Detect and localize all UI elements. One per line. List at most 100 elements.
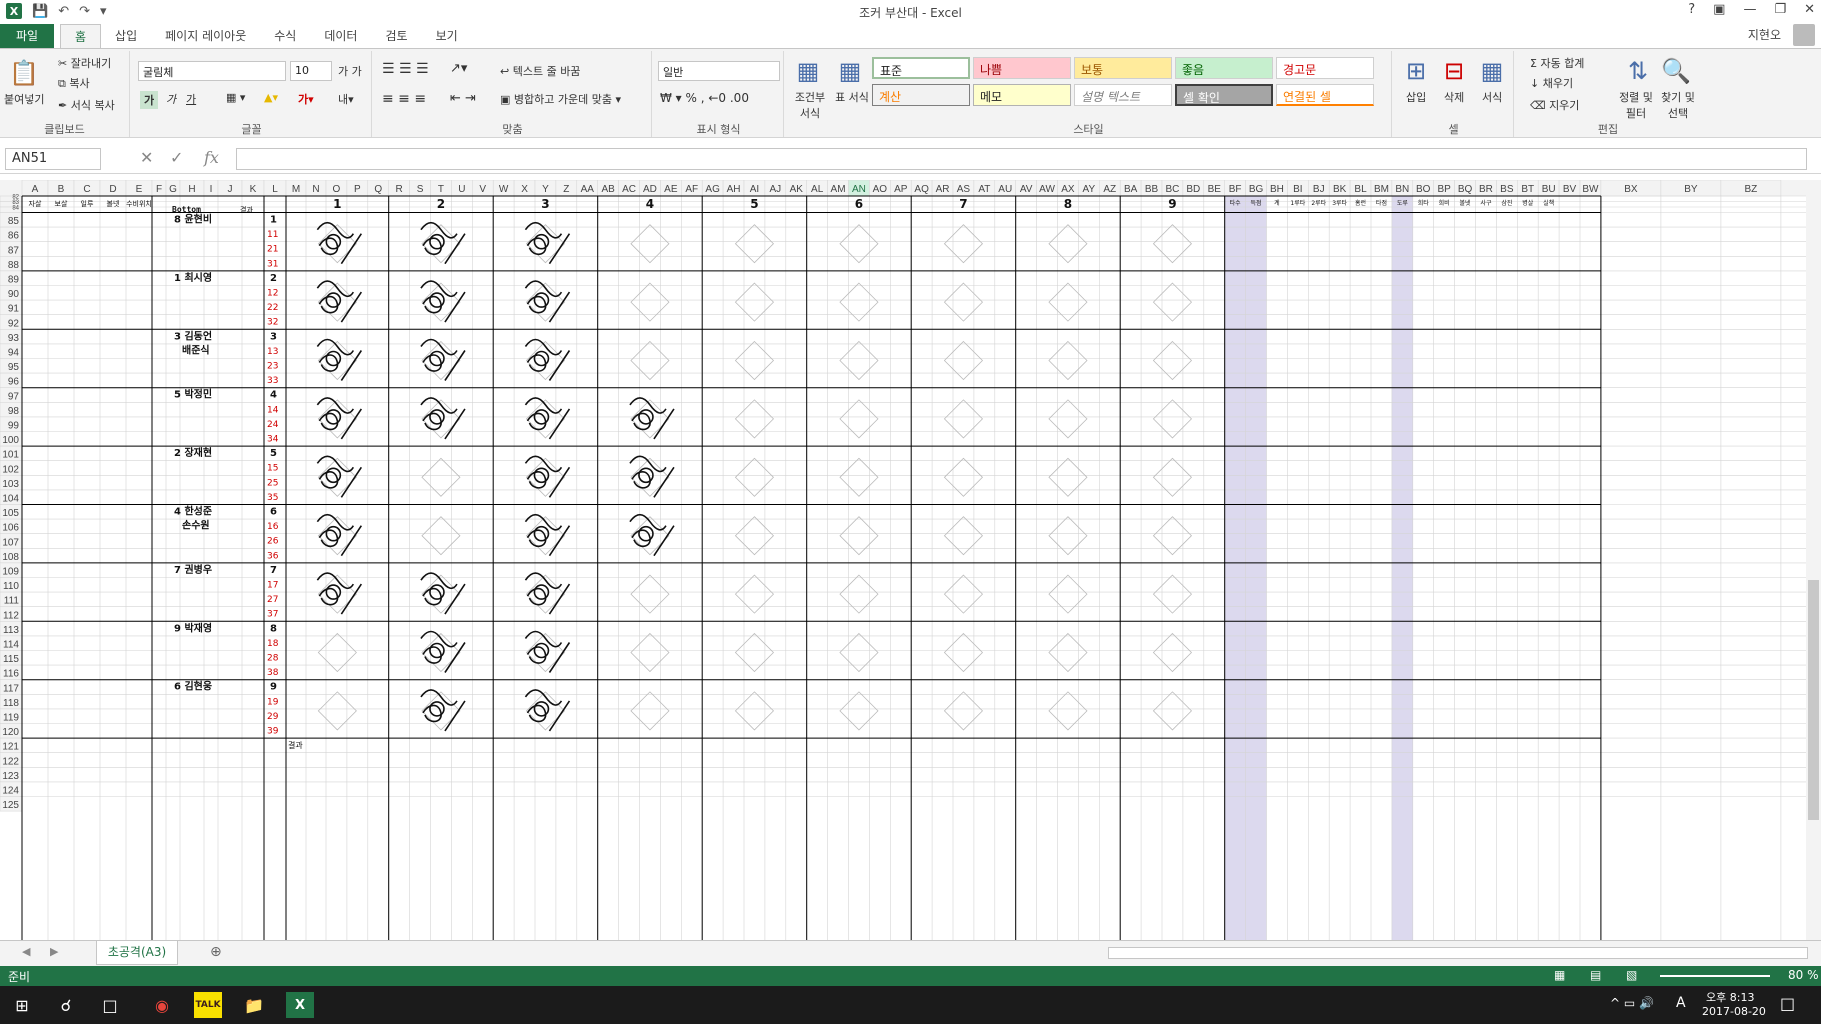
- notification-icon[interactable]: □: [1780, 994, 1795, 1013]
- sort-filter-icon[interactable]: ⇅: [1620, 53, 1656, 89]
- tab-file[interactable]: 파일: [0, 24, 54, 48]
- find-select-button[interactable]: 찾기 및 선택: [1656, 89, 1700, 121]
- tab-home[interactable]: 홈: [60, 24, 102, 48]
- tab-view[interactable]: 보기: [422, 24, 472, 48]
- close-button[interactable]: ✕: [1804, 2, 1815, 17]
- bold-button[interactable]: 가: [140, 91, 159, 109]
- paste-icon[interactable]: 📋: [6, 55, 42, 91]
- formula-input[interactable]: [236, 148, 1807, 170]
- brush-icon: ✒: [58, 99, 68, 112]
- tab-formulas[interactable]: 수식: [260, 24, 310, 48]
- italic-button[interactable]: 가: [166, 91, 176, 107]
- style-check-cell[interactable]: 셀 확인: [1175, 84, 1273, 106]
- cut-button[interactable]: ✂ 잘라내기: [58, 55, 111, 71]
- style-neutral[interactable]: 보통: [1074, 57, 1172, 79]
- style-good[interactable]: 좋음: [1175, 57, 1273, 79]
- autosum-button[interactable]: Σ 자동 합계: [1530, 55, 1584, 71]
- task-view-icon[interactable]: □: [96, 992, 124, 1018]
- phonetic-icon[interactable]: 내▾: [338, 91, 354, 107]
- font-color-icon[interactable]: 가▾: [298, 91, 314, 107]
- excel-taskbar-icon[interactable]: X: [286, 992, 314, 1018]
- chrome-icon[interactable]: ◉: [148, 992, 176, 1018]
- zoom-level[interactable]: 80 %: [1788, 968, 1819, 982]
- table-format-button[interactable]: 표 서식: [834, 89, 870, 105]
- fill-color-icon[interactable]: ▲▾: [264, 91, 278, 104]
- cancel-icon[interactable]: ✕: [140, 148, 153, 167]
- orientation-icon[interactable]: ↗▾: [450, 61, 467, 76]
- base-diamond: [734, 340, 775, 381]
- find-select-icon[interactable]: 🔍: [1658, 53, 1694, 89]
- paste-button[interactable]: 붙여넣기: [4, 91, 44, 107]
- style-linked-cell[interactable]: 연결된 셀: [1276, 84, 1374, 106]
- font-size-select[interactable]: 10: [290, 61, 332, 81]
- copy-button[interactable]: ⧉ 복사: [58, 75, 90, 91]
- tab-review[interactable]: 검토: [371, 24, 421, 48]
- horizontal-scrollbar[interactable]: [1108, 947, 1808, 959]
- sort-filter-button[interactable]: 정렬 및 필터: [1616, 89, 1656, 121]
- currency-icon[interactable]: ₩ ▾ % , ←0 .00: [660, 91, 749, 105]
- clear-button[interactable]: ⌫ 지우기: [1530, 97, 1579, 113]
- restore-button[interactable]: ❐: [1774, 2, 1786, 17]
- add-sheet-icon[interactable]: ⊕: [210, 944, 222, 960]
- indent-icon[interactable]: ⇤ ⇥: [450, 91, 476, 106]
- insert-cells-icon[interactable]: ⊞: [1398, 53, 1434, 89]
- merge-center-button[interactable]: ▣ 병합하고 가운데 맞춤 ▾: [500, 91, 621, 107]
- row-header-label: 125: [2, 800, 19, 811]
- page-break-view-icon[interactable]: ▧: [1626, 968, 1637, 982]
- style-explanatory[interactable]: 설명 텍스트: [1074, 84, 1172, 106]
- font-name-select[interactable]: 굴림체: [138, 61, 286, 81]
- format-painter-button[interactable]: ✒ 서식 복사: [58, 97, 115, 113]
- style-note[interactable]: 메모: [973, 84, 1071, 106]
- underline-button[interactable]: 가: [186, 91, 196, 107]
- style-warning[interactable]: 경고문: [1276, 57, 1374, 79]
- style-normal[interactable]: 표준: [872, 57, 970, 79]
- tray-icons[interactable]: ^ ▭ 🔊: [1610, 996, 1654, 1010]
- wrap-text-button[interactable]: ↩ 텍스트 줄 바꿈: [500, 63, 580, 79]
- delete-cells-button[interactable]: 삭제: [1444, 89, 1464, 105]
- align-top-icon[interactable]: ☰ ☰ ☰: [382, 61, 429, 77]
- help-icon[interactable]: ?: [1688, 2, 1695, 17]
- tab-insert[interactable]: 삽입: [101, 24, 151, 48]
- prev-sheet-icon[interactable]: ◀: [22, 945, 30, 958]
- windows-start-icon[interactable]: ⊞: [8, 992, 36, 1018]
- column-header-label: S: [417, 184, 424, 195]
- name-box[interactable]: AN51: [5, 148, 101, 170]
- zoom-slider[interactable]: [1660, 975, 1770, 977]
- conditional-format-icon[interactable]: ▦: [790, 53, 826, 89]
- user-name[interactable]: 지현오: [1748, 26, 1781, 43]
- search-icon[interactable]: ☌: [52, 992, 80, 1018]
- style-calculation[interactable]: 계산: [872, 84, 970, 106]
- minimize-button[interactable]: —: [1743, 2, 1756, 17]
- border-icon[interactable]: ▦ ▾: [226, 91, 245, 104]
- insert-cells-button[interactable]: 삽입: [1406, 89, 1426, 105]
- tab-page-layout[interactable]: 페이지 레이아웃: [151, 24, 260, 48]
- worksheet-grid[interactable]: A B C D E F G H I J K L M N O P Q R S T U V W X Y Z AA AB AC AD AE AF AG…: [0, 180, 1821, 940]
- conditional-format-button[interactable]: 조건부 서식: [790, 89, 830, 121]
- ime-indicator[interactable]: A: [1676, 995, 1686, 1011]
- number-format-select[interactable]: 일반: [658, 61, 780, 81]
- file-explorer-icon[interactable]: 📁: [240, 992, 268, 1018]
- row-header-label: 114: [3, 640, 19, 651]
- column-header-label: BV: [1563, 184, 1577, 195]
- delete-cells-icon[interactable]: ⊟: [1436, 53, 1472, 89]
- format-cells-icon[interactable]: ▦: [1474, 53, 1510, 89]
- format-cells-button[interactable]: 서식: [1482, 89, 1502, 105]
- next-sheet-icon[interactable]: ▶: [50, 945, 58, 958]
- avatar[interactable]: [1793, 24, 1815, 46]
- ribbon-display-icon[interactable]: ▣: [1713, 2, 1725, 17]
- wrap-text-icon: ↩: [500, 65, 510, 78]
- style-bad[interactable]: 나쁨: [973, 57, 1071, 79]
- fill-button[interactable]: ↓ 채우기: [1530, 75, 1573, 91]
- table-format-icon[interactable]: ▦: [832, 53, 868, 89]
- grow-font-icon[interactable]: 가 가: [338, 63, 362, 79]
- insert-function-icon[interactable]: fx: [204, 148, 219, 167]
- normal-view-icon[interactable]: ▦: [1554, 968, 1565, 982]
- page-layout-view-icon[interactable]: ▤: [1590, 968, 1601, 982]
- kakaotalk-icon[interactable]: TALK: [194, 992, 222, 1018]
- enter-icon[interactable]: ✓: [170, 148, 183, 167]
- handwritten-mark: [524, 689, 571, 732]
- align-left-icon[interactable]: ≡ ≡ ≡: [382, 91, 426, 107]
- sheet-tab[interactable]: 초공격(A3): [96, 941, 178, 965]
- tab-data[interactable]: 데이터: [310, 24, 371, 48]
- row-header-label: 88: [8, 260, 20, 271]
